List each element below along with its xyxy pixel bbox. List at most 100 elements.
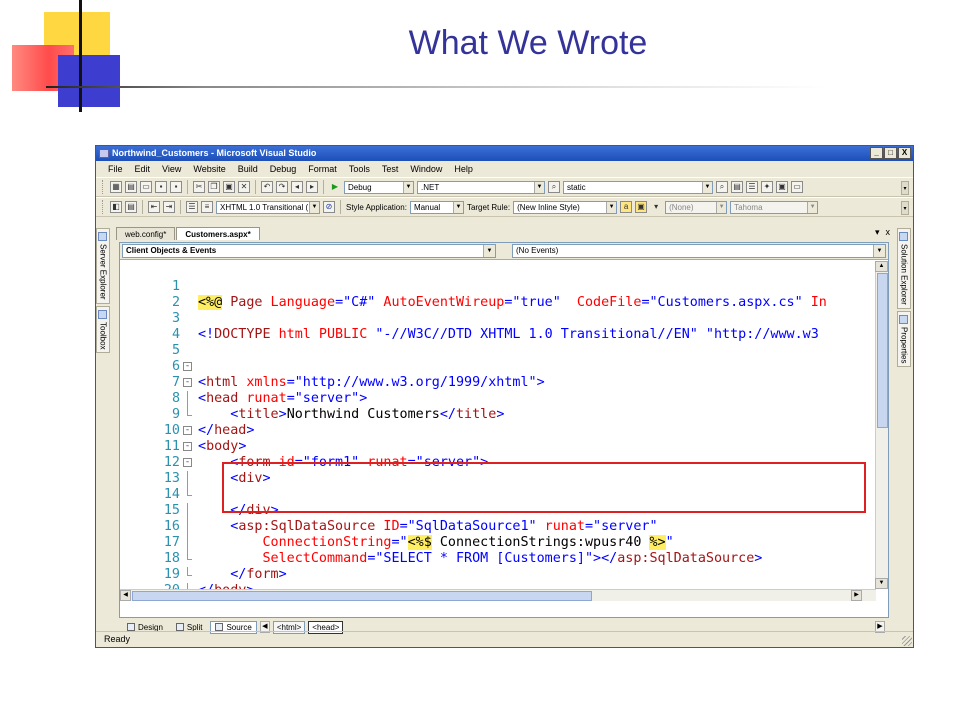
- solution-explorer-icon[interactable]: ▤: [731, 181, 743, 193]
- design-icon: [127, 623, 135, 631]
- format-document-icon[interactable]: ☰: [186, 201, 198, 213]
- comment-icon[interactable]: ▤: [125, 201, 137, 213]
- format-selection-icon[interactable]: ≡: [201, 201, 213, 213]
- style-application-label: Style Application:: [346, 202, 407, 212]
- maximize-button[interactable]: □: [884, 147, 897, 159]
- active-files-dropdown-icon[interactable]: ▾: [875, 227, 880, 238]
- chevron-down-icon: ▼: [873, 245, 885, 257]
- chevron-down-icon: ▼: [452, 201, 463, 213]
- add-item-icon[interactable]: ▤: [125, 181, 137, 193]
- chevron-down-icon: ▼: [534, 181, 544, 193]
- minimize-button[interactable]: _: [870, 147, 883, 159]
- target-rule-combo[interactable]: (New Inline Style) ▼: [513, 200, 618, 214]
- visual-studio-window: Northwind_Customers - Microsoft Visual S…: [95, 145, 914, 648]
- code-line: 17 </form>: [120, 519, 874, 582]
- reuse-style-icon[interactable]: ▣: [635, 201, 648, 213]
- window-titlebar[interactable]: Northwind_Customers - Microsoft Visual S…: [96, 146, 913, 161]
- new-project-icon[interactable]: ▦: [110, 181, 122, 193]
- scroll-up-icon[interactable]: ▲: [875, 261, 888, 272]
- solution-explorer-tab[interactable]: Solution Explorer: [897, 228, 911, 309]
- tab-web-config[interactable]: web.config*: [116, 227, 176, 240]
- status-bar: Ready: [96, 631, 913, 647]
- chevron-down-icon: ▼: [606, 201, 617, 213]
- toolbox-icon[interactable]: ✦: [761, 181, 773, 193]
- toolbar-grip[interactable]: [102, 200, 105, 214]
- resize-grip-icon[interactable]: [902, 636, 912, 646]
- menu-website[interactable]: Website: [187, 161, 231, 177]
- vertical-scrollbar[interactable]: ▲ ▼: [875, 261, 888, 589]
- horizontal-scrollbar[interactable]: ◀ ▶: [120, 589, 876, 601]
- paste-icon[interactable]: ▣: [223, 181, 235, 193]
- menu-build[interactable]: Build: [232, 161, 264, 177]
- toolbar-grip[interactable]: [102, 180, 105, 194]
- font-name-combo[interactable]: Tahoma ▼: [730, 200, 819, 214]
- menu-window[interactable]: Window: [404, 161, 448, 177]
- menu-format[interactable]: Format: [302, 161, 343, 177]
- undo-icon[interactable]: ↶: [261, 181, 273, 193]
- scroll-down-icon[interactable]: ▼: [875, 578, 888, 589]
- solution-config-combo[interactable]: Debug ▼: [344, 180, 414, 194]
- code-text-area[interactable]: 1 <%@ Page Language="C#" AutoEventWireup…: [120, 261, 874, 589]
- menu-view[interactable]: View: [156, 161, 187, 177]
- scroll-thumb[interactable]: [877, 273, 888, 428]
- block-format-combo[interactable]: (None) ▼: [665, 200, 728, 214]
- toolbox-icon: [98, 309, 107, 319]
- validation-icon[interactable]: ⊘: [323, 201, 335, 213]
- tag-navigator-icon[interactable]: ◧: [110, 201, 122, 213]
- font-name-value: Tahoma: [734, 202, 763, 212]
- code-line: 11 - <div>: [120, 423, 874, 486]
- solution-explorer-icon: [899, 232, 908, 241]
- navigate-forward-icon[interactable]: ▸: [306, 181, 318, 193]
- scroll-thumb[interactable]: [132, 591, 592, 601]
- toolbar-overflow-icon[interactable]: ▾: [650, 201, 662, 213]
- properties-icon[interactable]: ☰: [746, 181, 758, 193]
- close-button[interactable]: X: [898, 147, 911, 159]
- cut-icon[interactable]: ✂: [193, 181, 205, 193]
- platform-combo[interactable]: .NET ▼: [417, 180, 545, 194]
- toolbox-label: Toolbox: [98, 321, 108, 350]
- scroll-left-icon[interactable]: ◀: [120, 590, 131, 601]
- copy-icon[interactable]: ❐: [208, 181, 220, 193]
- find-icon[interactable]: ⌕: [716, 181, 728, 193]
- object-combo[interactable]: Client Objects & Events ▼: [122, 244, 496, 258]
- event-combo[interactable]: (No Events) ▼: [512, 244, 886, 258]
- menu-edit[interactable]: Edit: [129, 161, 157, 177]
- navigation-bar: Client Objects & Events ▼ (No Events) ▼: [120, 243, 888, 260]
- menu-help[interactable]: Help: [448, 161, 479, 177]
- find-in-files-icon[interactable]: ⌕: [548, 181, 560, 193]
- tab-customers-aspx[interactable]: Customers.aspx*: [176, 227, 260, 240]
- start-debugging-icon[interactable]: ▶: [329, 181, 341, 193]
- code-line: 19 </html>: [120, 551, 874, 589]
- menu-tools[interactable]: Tools: [343, 161, 376, 177]
- indent-icon[interactable]: ⇥: [163, 201, 175, 213]
- document-area: web.config* Customers.aspx* ▾ x Client O…: [116, 226, 892, 634]
- save-all-icon[interactable]: ▪: [170, 181, 182, 193]
- object-browser-icon[interactable]: ▣: [776, 181, 788, 193]
- toolbar-options-icon[interactable]: ▾: [901, 201, 909, 215]
- standard-toolbar: ▦ ▤ ▭ ▪ ▪ ✂ ❐ ▣ ✕ ↶ ↷ ◂ ▸ ▶ Debug ▼ .NET ▼…: [96, 177, 913, 197]
- start-page-icon[interactable]: ▭: [791, 181, 803, 193]
- doctype-combo[interactable]: XHTML 1.0 Transitional (▼: [216, 200, 320, 214]
- menu-debug[interactable]: Debug: [264, 161, 303, 177]
- scroll-right-icon[interactable]: ▶: [851, 590, 862, 601]
- decor-horizontal-line: [46, 86, 826, 88]
- chevron-down-icon: ▼: [716, 201, 727, 213]
- style-application-combo[interactable]: Manual ▼: [409, 200, 464, 214]
- outdent-icon[interactable]: ⇤: [148, 201, 160, 213]
- properties-tab[interactable]: Properties: [897, 310, 911, 368]
- properties-label: Properties: [899, 326, 909, 364]
- save-icon[interactable]: ▪: [155, 181, 167, 193]
- block-format-value: (None): [669, 202, 694, 212]
- navigate-back-icon[interactable]: ◂: [291, 181, 303, 193]
- open-file-icon[interactable]: ▭: [140, 181, 152, 193]
- apply-style-icon[interactable]: a: [620, 201, 633, 213]
- redo-icon[interactable]: ↷: [276, 181, 288, 193]
- menu-file[interactable]: File: [102, 161, 129, 177]
- toolbox-tab[interactable]: Toolbox: [96, 305, 110, 354]
- find-combo[interactable]: static ▼: [563, 180, 713, 194]
- delete-icon[interactable]: ✕: [238, 181, 250, 193]
- toolbar-options-icon[interactable]: ▾: [901, 181, 909, 195]
- menu-test[interactable]: Test: [376, 161, 405, 177]
- server-explorer-tab[interactable]: Server Explorer: [96, 228, 110, 304]
- close-document-icon[interactable]: x: [886, 227, 891, 238]
